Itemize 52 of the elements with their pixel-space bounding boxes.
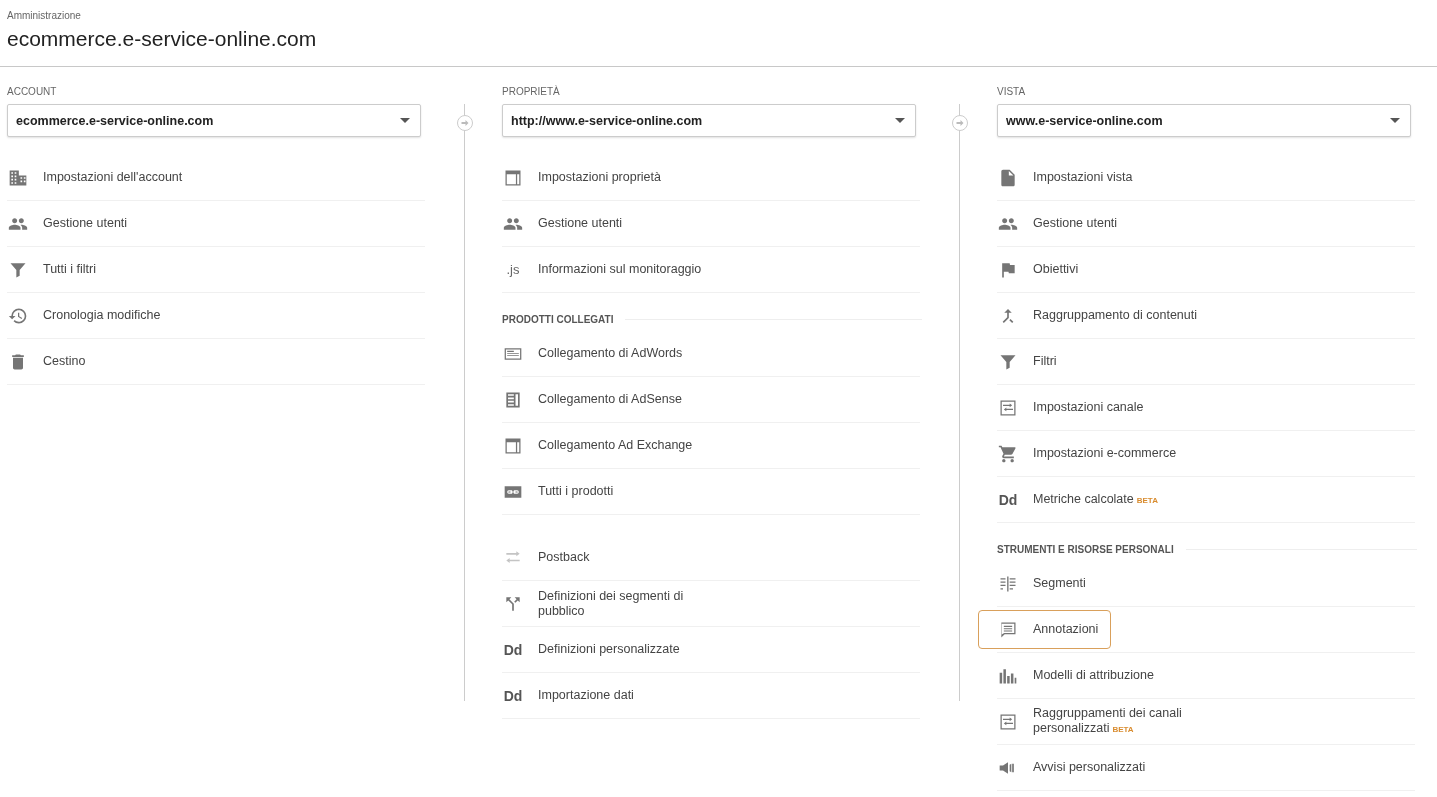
menu-item[interactable]: Obiettivi	[978, 250, 1092, 289]
menu-item[interactable]: Impostazioni canale	[978, 388, 1157, 427]
beta-label: BETA	[1112, 725, 1134, 734]
menu-item[interactable]: Avvisi personalizzati	[978, 748, 1159, 787]
dropdown[interactable]: ecommerce.e-service-online.com	[7, 104, 421, 137]
section-heading: PRODOTTI COLLEGATI	[502, 313, 614, 325]
menu-item[interactable]: Cronologia modifiche	[0, 296, 174, 335]
menu-item[interactable]: Definizioni dei segmenti di pubblico	[483, 584, 726, 623]
dropdown[interactable]: http://www.e-service-online.com	[502, 104, 916, 137]
menu-item[interactable]: Gestione utenti	[0, 204, 141, 243]
document-icon	[998, 167, 1018, 188]
menu-item[interactable]: Gestione utenti	[483, 204, 636, 243]
column-label: PROPRIETÀ	[502, 86, 561, 99]
menu-item[interactable]: Annotazioni	[978, 610, 1112, 649]
menu-item[interactable]: Modelli di attribuzione	[978, 656, 1167, 695]
menu-item[interactable]: Raggruppamento di contenuti	[978, 296, 1210, 335]
caret-icon	[400, 118, 410, 123]
caret-icon	[895, 118, 905, 123]
beta-label: BETA	[1136, 495, 1158, 505]
menu-item[interactable]: .js Informazioni sul monitoraggio	[483, 250, 715, 289]
menu-item[interactable]: Impostazioni vista	[978, 158, 1146, 197]
menu-item[interactable]: Segmenti	[978, 564, 1099, 603]
glyph-icon: Dd	[503, 687, 523, 704]
menu-item[interactable]: Postback	[483, 538, 603, 577]
menu-item[interactable]: Collegamento di AdWords	[483, 334, 696, 373]
menu-item[interactable]: Dd Metriche calcolate BETA	[978, 480, 1171, 519]
menu-item[interactable]: Dd Importazione dati	[483, 676, 647, 715]
column-label: VISTA	[997, 86, 1027, 99]
column-label: ACCOUNT	[7, 86, 58, 99]
menu-item[interactable]: Impostazioni proprietà	[483, 158, 674, 197]
glyph-icon: .js	[503, 262, 523, 277]
arrow-right-icon	[457, 115, 473, 131]
breadcrumb: Amministrazione	[7, 10, 82, 21]
menu-item[interactable]: Cestino	[0, 342, 99, 381]
menu-item[interactable]: Tutti i filtri	[0, 250, 109, 289]
glyph-icon: Dd	[998, 491, 1018, 508]
menu-item[interactable]: Tutti i prodotti	[483, 472, 627, 511]
menu-item[interactable]: Impostazioni dell'account	[0, 158, 196, 197]
cart-icon	[998, 443, 1018, 464]
menu-item[interactable]: Dd Definizioni personalizzate	[483, 630, 693, 669]
menu-item[interactable]: Collegamento di AdSense	[483, 380, 695, 419]
glyph-icon: Dd	[503, 641, 523, 658]
dropdown[interactable]: www.e-service-online.com	[997, 104, 1411, 137]
menu-item[interactable]: Raggruppamenti dei canali personalizzati BETA	[978, 702, 1221, 741]
page-title: ecommerce.e-service-online.com	[7, 27, 318, 51]
menu-item[interactable]: Gestione utenti	[978, 204, 1131, 243]
section-heading: STRUMENTI E RISORSE PERSONALI	[997, 543, 1174, 555]
caret-icon	[1390, 118, 1400, 123]
menu-item[interactable]: Impostazioni e-commerce	[978, 434, 1190, 473]
arrow-right-icon	[952, 115, 968, 131]
menu-item[interactable]: Filtri	[978, 342, 1070, 381]
menu-item[interactable]: Collegamento Ad Exchange	[483, 426, 706, 465]
